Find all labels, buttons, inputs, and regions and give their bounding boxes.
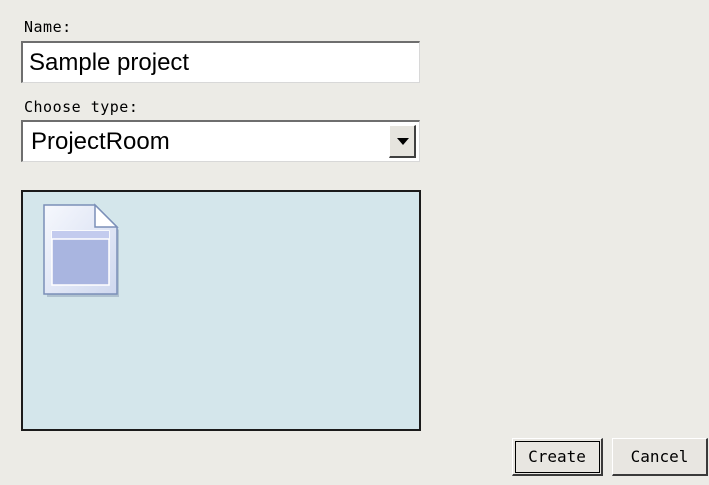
choose-type-label: Choose type:	[24, 98, 139, 116]
type-select[interactable]: ProjectRoom	[21, 120, 420, 162]
chevron-down-icon	[397, 138, 409, 145]
cancel-button[interactable]: Cancel	[612, 438, 708, 476]
name-input[interactable]	[21, 41, 420, 83]
create-project-dialog: Name: Choose type: ProjectRoom	[0, 0, 709, 485]
type-select-value: ProjectRoom	[31, 128, 170, 155]
type-select-dropdown-button[interactable]	[389, 125, 416, 158]
type-preview-panel	[21, 190, 421, 431]
name-label: Name:	[24, 18, 72, 36]
document-page-icon	[43, 203, 119, 297]
create-button[interactable]: Create	[512, 438, 603, 476]
